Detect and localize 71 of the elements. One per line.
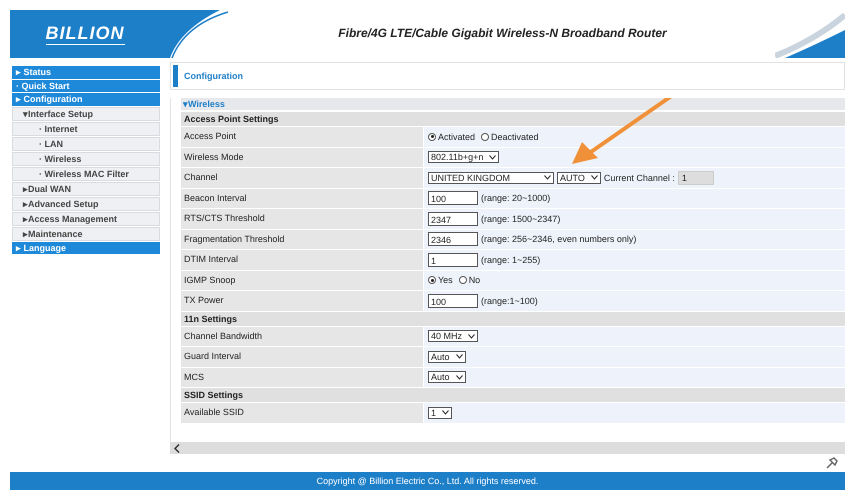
sidebar-item[interactable]: ▸Dual WAN bbox=[12, 182, 160, 196]
sidebar-item[interactable]: ▾Interface Setup bbox=[12, 106, 160, 120]
setting-label: Beacon Interval bbox=[181, 188, 423, 208]
dropdown[interactable]: UNITED KINGDOM bbox=[428, 172, 554, 184]
range-hint: (range: 1~255) bbox=[481, 254, 540, 265]
dropdown[interactable]: Auto bbox=[428, 350, 466, 363]
chevron-down-icon bbox=[590, 175, 598, 180]
chevron-down-icon bbox=[468, 334, 476, 339]
dropdown[interactable]: Auto bbox=[428, 371, 466, 384]
readonly-field: 1 bbox=[678, 170, 714, 185]
radio-button[interactable] bbox=[428, 276, 436, 284]
chevron-down-icon bbox=[489, 154, 496, 160]
chevron-down-icon bbox=[456, 354, 463, 360]
setting-label: Channel bbox=[181, 168, 423, 188]
setting-label: Access Point bbox=[181, 127, 423, 146]
swoosh-drawing bbox=[775, 10, 845, 58]
dropdown[interactable]: 40 MHz bbox=[428, 330, 478, 342]
chevron-down-icon bbox=[442, 410, 450, 416]
radio-label: No bbox=[468, 275, 480, 286]
radio-button[interactable] bbox=[428, 132, 436, 141]
sidebar-item[interactable]: · Quick Start bbox=[12, 80, 160, 92]
settings-heading: Access Point Settings bbox=[181, 112, 845, 126]
input-field[interactable]: 1 bbox=[428, 252, 478, 267]
radio-button[interactable] bbox=[458, 276, 467, 284]
horizontal-scrollbar[interactable] bbox=[170, 442, 845, 454]
sidebar-item[interactable]: ▸Maintenance bbox=[12, 226, 160, 240]
radio-label: Deactivated bbox=[491, 132, 539, 142]
input-field[interactable]: 2347 bbox=[428, 212, 478, 226]
sidebar-item[interactable]: · Wireless MAC Filter bbox=[12, 166, 160, 180]
range-hint: (range:1~100) bbox=[481, 296, 538, 306]
sidebar-item[interactable]: ▸Advanced Setup bbox=[12, 196, 160, 210]
sidebar-item[interactable]: · Wireless bbox=[12, 152, 160, 166]
radio-label: Yes bbox=[438, 275, 453, 286]
setting-label: Available SSID bbox=[181, 403, 423, 422]
setting-label: Guard Interval bbox=[181, 347, 423, 366]
sidebar-item[interactable]: ▸ Configuration bbox=[12, 93, 160, 106]
dropdown[interactable]: 1 bbox=[428, 406, 452, 419]
range-hint: (range: 256~2346, even numbers only) bbox=[481, 234, 636, 244]
page-title: Configuration bbox=[184, 71, 243, 81]
settings-heading: 11n Settings bbox=[181, 312, 845, 326]
settings-heading: SSID Settings bbox=[181, 388, 845, 402]
input-field[interactable]: 100 bbox=[428, 294, 478, 308]
setting-label: RTS/CTS Threshold bbox=[181, 209, 423, 228]
chevron-down-icon bbox=[544, 175, 551, 180]
sidebar-item[interactable]: ▸ Status bbox=[12, 66, 160, 78]
range-hint: (range: 1500~2347) bbox=[481, 214, 560, 224]
chevron-down-icon bbox=[456, 374, 463, 380]
input-field[interactable]: 100 bbox=[428, 191, 478, 206]
sidebar-item[interactable]: · LAN bbox=[12, 136, 160, 150]
sidebar-item[interactable]: ▸Access Management bbox=[12, 212, 160, 226]
dropdown[interactable]: 802.11b+g+n bbox=[428, 151, 500, 164]
logo: BILLION bbox=[46, 23, 124, 45]
range-hint: (range: 20~1000) bbox=[481, 193, 550, 204]
chevron-left-icon[interactable] bbox=[174, 444, 180, 452]
sidebar-item[interactable]: · Internet bbox=[12, 122, 160, 136]
copyright-text: Copyright @ Billion Electric Co., Ltd. All rights reserved. bbox=[316, 476, 538, 486]
setting-label: Wireless Mode bbox=[181, 148, 423, 167]
title-accent-bar bbox=[173, 65, 178, 87]
setting-label: DTIM Interval bbox=[181, 250, 423, 270]
router-title: Fibre/4G LTE/Cable Gigabit Wireless-N Broadband Router bbox=[337, 25, 668, 42]
radio-label: Activated bbox=[438, 132, 476, 142]
setting-label: Channel Bandwidth bbox=[181, 326, 423, 346]
setting-label: MCS bbox=[181, 368, 423, 387]
radio-button[interactable] bbox=[481, 132, 490, 141]
input-field[interactable]: 2346 bbox=[428, 232, 478, 246]
setting-label: Current Channel : bbox=[604, 172, 675, 183]
setting-label: Fragmentation Threshold bbox=[181, 230, 423, 249]
setting-label: TX Power bbox=[181, 291, 423, 310]
setting-label: IGMP Snoop bbox=[181, 270, 423, 290]
dropdown[interactable]: AUTO bbox=[557, 172, 601, 184]
sidebar-item[interactable]: ▸ Language bbox=[12, 242, 160, 254]
